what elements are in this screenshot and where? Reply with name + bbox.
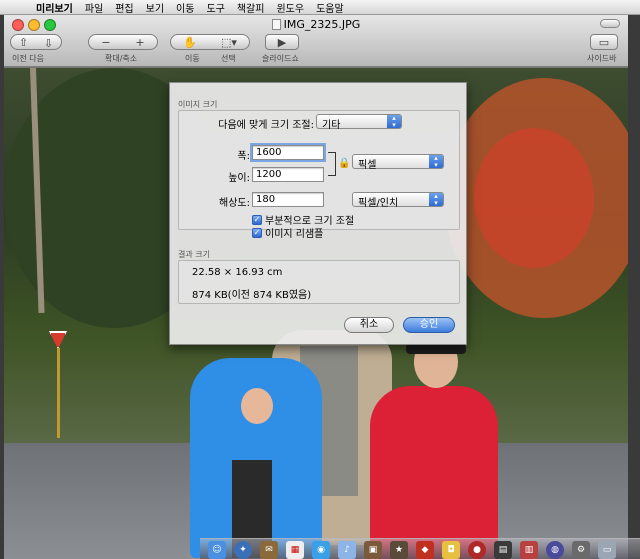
preview-dock-icon[interactable]: ▤	[494, 541, 512, 559]
zoom-in-icon[interactable]: +	[135, 36, 144, 49]
prev-next-control: ⇧ ⇧	[10, 34, 62, 50]
slideshow-icon: ▶	[277, 35, 287, 49]
fit-popup-value: 기타	[322, 120, 341, 131]
menu-tools[interactable]: 도구	[206, 0, 224, 15]
cancel-button[interactable]: 취소	[344, 317, 394, 333]
zoom-label: 확대/축소	[105, 54, 138, 63]
menu-edit[interactable]: 편집	[115, 0, 133, 15]
folder-icon[interactable]: ▭	[598, 541, 616, 559]
result-size-section-label: 결과 크기	[178, 250, 210, 259]
select-label: 선택	[221, 54, 236, 63]
move-select-control: ✋ ⬚▾	[170, 34, 250, 50]
unit-popup-value: 픽셀	[358, 160, 377, 171]
resolution-label: 해상도:	[219, 198, 250, 209]
resample-checkbox[interactable]: ✓ 이미지 리샘플	[252, 225, 323, 240]
height-field[interactable]: 1200	[252, 167, 324, 182]
resolution-unit-popup-value: 픽셀/인치	[358, 198, 399, 209]
select-rect-icon[interactable]: ⬚▾	[221, 36, 237, 49]
popup-arrows-icon: ▴ ▾	[387, 114, 401, 128]
result-dimensions: 22.58 × 16.93 cm	[192, 267, 283, 278]
menu-view[interactable]: 보기	[146, 0, 164, 15]
title-bar: IMG_2325.JPG ⇧ ⇧ 이전 다음 − + 확대/축소 ✋ ⬚▾ 이동…	[4, 15, 628, 67]
menu-file[interactable]: 파일	[85, 0, 103, 15]
hand-icon[interactable]: ✋	[183, 36, 197, 49]
system-preferences-icon[interactable]: ⚙	[572, 541, 590, 559]
chrome-icon[interactable]: ●	[468, 541, 486, 559]
prev-next-label: 이전 다음	[12, 54, 44, 63]
window-title-text: IMG_2325.JPG	[283, 18, 361, 31]
checkmark-icon: ✓	[252, 227, 262, 238]
menu-go[interactable]: 이동	[176, 0, 194, 15]
sidebar-icon: ▭	[598, 35, 610, 49]
child-face-left	[241, 388, 273, 424]
fit-label: 다음에 맞게 크기 조절:	[218, 120, 314, 131]
popup-arrows-icon: ▴ ▾	[429, 154, 443, 168]
imovie-icon[interactable]: ★	[390, 541, 408, 559]
maple-leaves	[474, 128, 594, 268]
ok-button[interactable]: 승인	[403, 317, 455, 333]
lock-icon: 🔒	[338, 158, 351, 169]
calendar-icon[interactable]: ▦	[286, 541, 304, 559]
unit-popup[interactable]: 픽셀 ▴ ▾	[352, 154, 444, 171]
sidebar-label: 사이드바	[587, 54, 617, 63]
iphoto-icon[interactable]: ▣	[364, 541, 382, 559]
window-title: IMG_2325.JPG	[4, 18, 628, 31]
sign-board	[49, 331, 67, 349]
move-label: 이동	[185, 54, 200, 63]
resolution-unit-popup[interactable]: 픽셀/인치 ▴ ▾	[352, 192, 444, 209]
result-filesize: 874 KB(이전 874 KB였음)	[192, 290, 312, 301]
menu-help[interactable]: 도움말	[316, 0, 344, 15]
next-arrow-icon[interactable]: ⇧	[44, 36, 53, 49]
ichat-icon[interactable]: ◉	[312, 541, 330, 559]
menu-bar: 미리보기 파일 편집 보기 이동 도구 책갈피 윈도우 도움말	[0, 0, 640, 15]
document-icon	[271, 19, 281, 30]
photobooth-icon[interactable]: ◘	[442, 541, 460, 559]
slideshow-button[interactable]: ▶	[265, 34, 299, 50]
address-book-icon[interactable]: ✉	[260, 541, 278, 559]
sidebar-button[interactable]: ▭	[590, 34, 618, 50]
sign-post	[57, 348, 60, 438]
image-size-section-label: 이미지 크기	[178, 100, 218, 109]
width-label: 폭:	[237, 151, 250, 162]
prev-arrow-icon[interactable]: ⇧	[19, 36, 28, 49]
height-label: 높이:	[228, 173, 250, 184]
menu-bookmarks[interactable]: 책갈피	[237, 0, 265, 15]
zoom-control: − +	[88, 34, 158, 50]
width-field[interactable]: 1600	[250, 143, 326, 162]
time-machine-icon[interactable]: ◍	[546, 541, 564, 559]
menu-window[interactable]: 윈도우	[276, 0, 304, 15]
popup-arrows-icon: ▴ ▾	[429, 192, 443, 206]
app-icon[interactable]: ◆	[416, 541, 434, 559]
resize-sheet: 이미지 크기 다음에 맞게 크기 조절: 기타 ▴ ▾ 폭: 1600 높이: 1…	[169, 82, 467, 345]
resolution-field[interactable]: 180	[252, 192, 324, 207]
preview-window: IMG_2325.JPG ⇧ ⇧ 이전 다음 − + 확대/축소 ✋ ⬚▾ 이동…	[4, 15, 628, 559]
resample-label: 이미지 리샘플	[265, 229, 324, 240]
fit-popup[interactable]: 기타 ▴ ▾	[316, 114, 402, 131]
dock: ☺ ✦ ✉ ▦ ◉ ♪ ▣ ★ ◆ ◘ ● ▤ ▥ ◍ ⚙ ▭	[200, 538, 640, 559]
dictionary-icon[interactable]: ▥	[520, 541, 538, 559]
checkmark-icon: ✓	[252, 214, 262, 225]
proportion-bracket	[328, 152, 336, 176]
safari-icon[interactable]: ✦	[234, 541, 252, 559]
child-red-jacket	[370, 386, 498, 559]
slideshow-label: 슬라이드쇼	[262, 54, 299, 63]
zoom-out-icon[interactable]: −	[101, 36, 110, 49]
finder-icon[interactable]: ☺	[208, 541, 226, 559]
itunes-icon[interactable]: ♪	[338, 541, 356, 559]
menu-preview[interactable]: 미리보기	[36, 0, 73, 15]
toolbar-toggle-button[interactable]	[600, 19, 620, 28]
